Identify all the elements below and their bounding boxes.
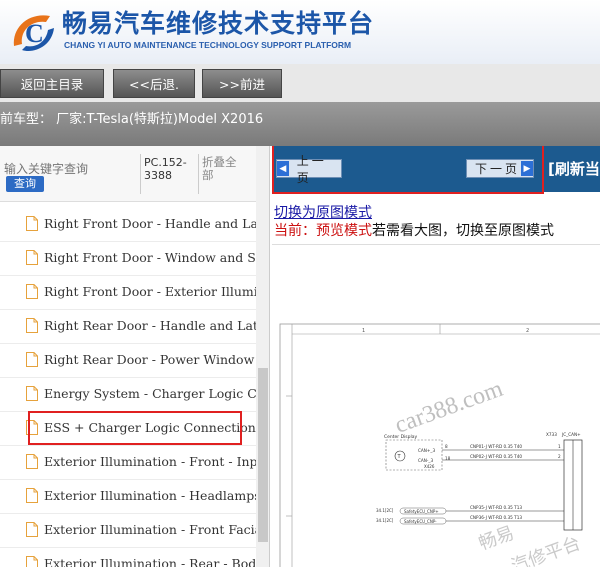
tree-item-label: Exterior Illumination - Rear - Body Side [44, 556, 256, 567]
highlight-selected-item [28, 411, 242, 445]
viewer-panel: ◀ 上一页 下一页 ▶ [刷新当 切换为原图模式 当前：预览模式若需看大图，切换… [272, 146, 600, 567]
tree-item[interactable]: Right Rear Door - Handle and Latch [0, 310, 256, 344]
forward-button[interactable]: >>前进 [202, 69, 282, 98]
column-label: 2 [526, 328, 529, 334]
collapse-all-button[interactable]: 折叠全部 [202, 156, 244, 182]
tree-item[interactable]: Exterior Illumination - Rear - Body Side [0, 548, 256, 567]
divider [272, 244, 600, 245]
tree-item-label: Exterior Illumination - Front - Inputs [44, 454, 256, 469]
pin-label: CAN-_3 [418, 458, 434, 463]
divider [198, 154, 199, 194]
svg-text:T: T [397, 454, 402, 460]
tree-item[interactable]: Right Rear Door - Power Window [0, 344, 256, 378]
pin-number: 2 [558, 454, 561, 459]
document-icon [26, 352, 38, 367]
tree-item[interactable]: Right Front Door - Exterior Illumination [0, 276, 256, 310]
app-subtitle: CHANG YI AUTO MAINTENANCE TECHNOLOGY SUP… [64, 40, 352, 50]
pin-number: 8 [445, 444, 448, 449]
reference-label: 34.1[2C] [376, 508, 394, 513]
wiring-diagram: 1 2 Center Display T CAN+_3 CAN-_3 X426 … [279, 323, 600, 567]
pin-label: CAN+_3 [418, 448, 436, 453]
document-icon [26, 522, 38, 537]
document-icon [26, 216, 38, 231]
tree-item-label: Exterior Illumination - Headlamps [44, 488, 256, 503]
back-button[interactable]: <<后退. [113, 69, 195, 98]
junction-label: JC_CAN+ [561, 432, 581, 437]
tree-list: Right Front Door - Handle and Latch Righ… [0, 208, 256, 567]
tree-item-label: Exterior Illumination - Front Facia, Sid… [44, 522, 256, 537]
nav-bar: 返回主目录 <<后退. >>前进 [0, 64, 600, 102]
watermark: 畅易 [476, 522, 517, 554]
tree-item[interactable]: Right Front Door - Window and Switch [0, 242, 256, 276]
tree-item[interactable]: Exterior Illumination - Front - Inputs [0, 446, 256, 480]
tree-scrollbar[interactable] [256, 146, 269, 567]
car-model-text: 前车型： 厂家:T-Tesla(特斯拉)Model X2016 [0, 112, 264, 127]
car-model-bar: 前车型： 厂家:T-Tesla(特斯拉)Model X2016 [0, 102, 600, 146]
signal-label: SafetyECU_CNP- [404, 519, 437, 524]
watermark: car388.com [392, 376, 507, 439]
pc-code: PC.152-3388 [144, 156, 187, 182]
junction-label: X733 [546, 432, 557, 437]
document-icon [26, 556, 38, 567]
app-title: 畅易汽车维修技术支持平台 [62, 9, 375, 38]
tree-item[interactable]: Right Front Door - Handle and Latch [0, 208, 256, 242]
pin-number: 1 [558, 444, 561, 449]
tree-item-label: Right Front Door - Exterior Illumination [44, 284, 256, 299]
tree-item-label: Energy System - Charger Logic Connection… [44, 386, 256, 401]
tree-item-label: Right Front Door - Window and Switch [44, 250, 256, 265]
search-area: 查询 PC.152-3388 折叠全部 [0, 146, 269, 202]
document-icon [26, 284, 38, 299]
scrollbar-thumb[interactable] [258, 368, 268, 542]
signal-label: SafetyECU_CNP+ [404, 509, 439, 514]
tree-item[interactable]: Exterior Illumination - Headlamps [0, 480, 256, 514]
tree-item[interactable]: Exterior Illumination - Front Facia, Sid… [0, 514, 256, 548]
column-label: 1 [362, 328, 365, 334]
app-header: C 畅易汽车维修技术支持平台 CHANG YI AUTO MAINTENANCE… [0, 0, 600, 64]
logo-icon: C [13, 15, 54, 52]
tree-item[interactable]: Energy System - Charger Logic Connection… [0, 378, 256, 412]
tree-item-label: Right Rear Door - Power Window [44, 352, 255, 367]
mode-hint: 若需看大图，切换至原图模式 [372, 223, 554, 239]
mode-status: 当前：预览模式若需看大图，切换至原图模式 [274, 220, 554, 240]
tree-item-label: Right Rear Door - Handle and Latch [44, 318, 256, 333]
wire-label: CNP02-J WT-RD 0.35 T40 [470, 454, 522, 459]
reference-label: 34.1[2C] [376, 518, 394, 523]
watermark: 汽修平台 [509, 533, 584, 567]
svg-text:C: C [25, 19, 44, 48]
switch-original-link[interactable]: 切换为原图模式 [274, 202, 372, 222]
back-to-menu-button[interactable]: 返回主目录 [0, 69, 104, 98]
catalog-panel: 查询 PC.152-3388 折叠全部 Right Front Door - H… [0, 146, 270, 567]
document-icon [26, 386, 38, 401]
wire-label: CNP36-J WT-RD 0.35 T13 [470, 515, 522, 520]
document-icon [26, 488, 38, 503]
connector-label: X426 [424, 464, 435, 469]
tree-item-label: Right Front Door - Handle and Latch [44, 216, 256, 231]
document-icon [26, 250, 38, 265]
document-icon [26, 318, 38, 333]
mode-current: 当前：预览模式 [274, 223, 372, 239]
wire-label: CNP01-J WT-RD 0.35 T40 [470, 444, 522, 449]
document-icon [26, 454, 38, 469]
divider [140, 154, 141, 194]
search-button[interactable]: 查询 [6, 176, 44, 192]
highlight-page-nav [272, 146, 544, 194]
wire-label: CNP35-J WT-RD 0.35 T13 [470, 505, 522, 510]
refresh-link[interactable]: [刷新当 [548, 158, 600, 179]
